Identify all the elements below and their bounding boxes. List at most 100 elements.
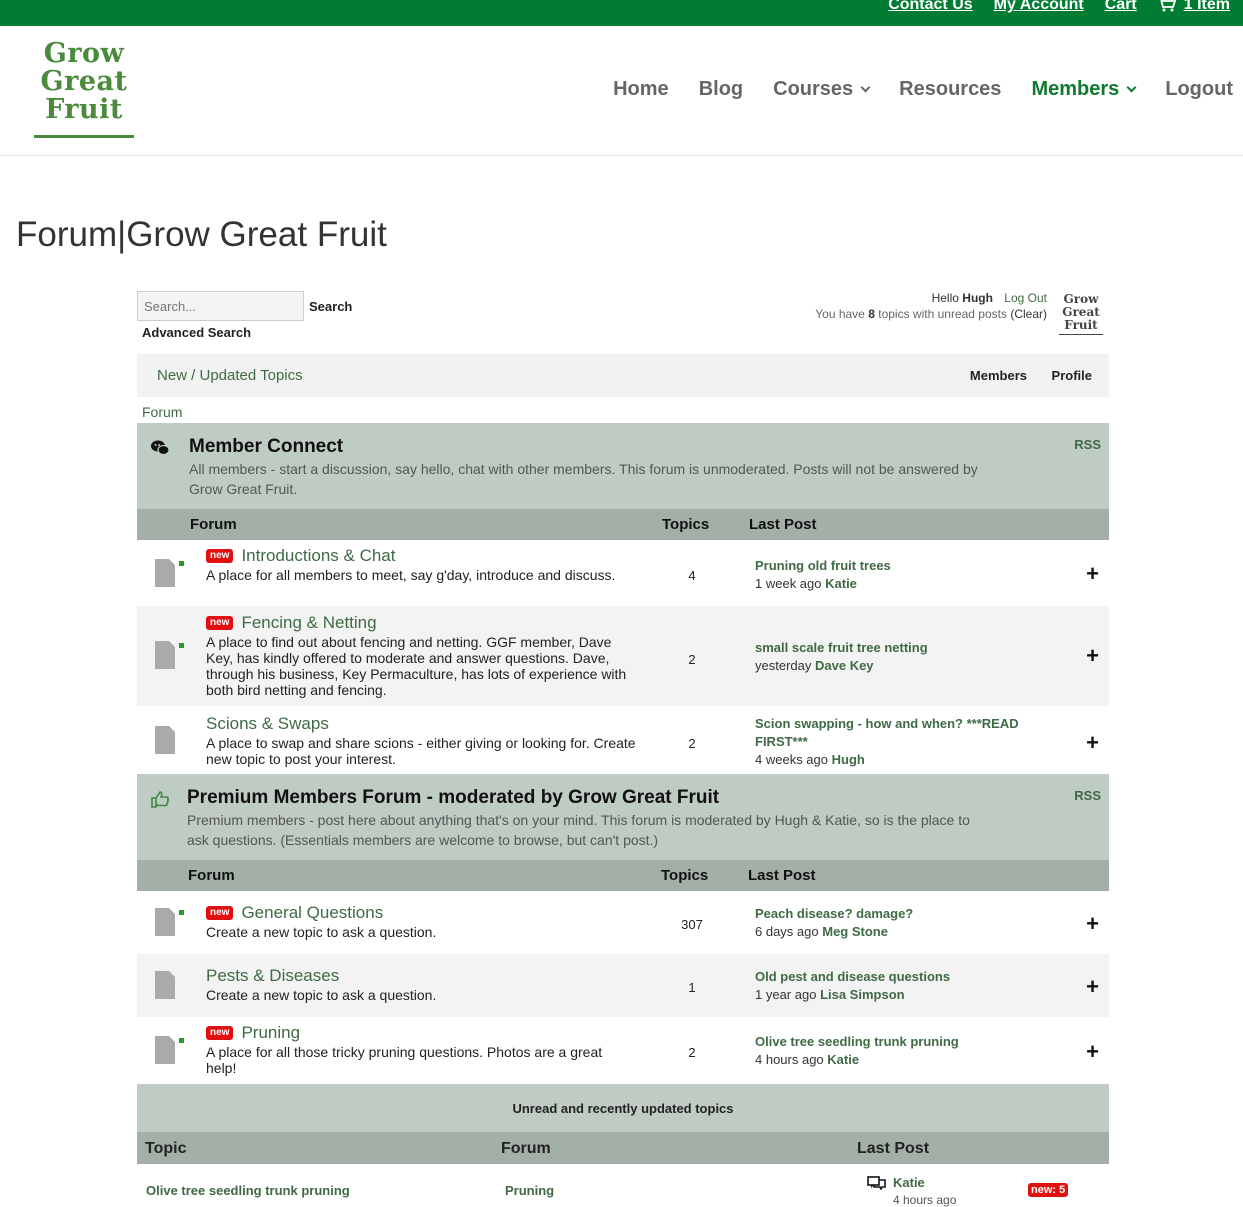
new-badge: new [206, 616, 234, 630]
rss-link[interactable]: RSS [1074, 437, 1101, 452]
cart-items-link[interactable]: 1 Item [1158, 0, 1230, 14]
expand-icon[interactable]: + [1086, 730, 1099, 756]
forum-title-label: Pruning [241, 1023, 301, 1042]
last-post: Old pest and disease questions 1 year ag… [755, 968, 1055, 1004]
members-link[interactable]: Members [970, 368, 1027, 383]
last-post-user[interactable]: Dave Key [815, 658, 874, 673]
new-badge: new [206, 906, 234, 920]
nav-resources[interactable]: Resources [899, 78, 1001, 101]
forum-title-label: Introductions & Chat [241, 546, 396, 565]
unread-row: Olive tree seedling trunk pruning Prunin… [137, 1164, 1109, 1207]
nav-logout[interactable]: Logout [1165, 78, 1233, 101]
category-premium-members: Premium Members Forum - moderated by Gro… [137, 774, 1109, 860]
forum-description: Create a new topic to ask a question. [206, 987, 437, 1003]
nav-home[interactable]: Home [613, 78, 669, 101]
category-title[interactable]: Premium Members Forum - moderated by Gro… [187, 787, 719, 809]
search-button[interactable]: Search [309, 299, 352, 314]
avatar-line-3: Fruit [1064, 318, 1098, 332]
forum-logout-link[interactable]: Log Out [1004, 291, 1047, 305]
last-post-user[interactable]: Katie [827, 1052, 859, 1067]
unread-topic-link[interactable]: Olive tree seedling trunk pruning [146, 1183, 350, 1198]
last-post-time: yesterday [755, 658, 812, 673]
unread-suffix[interactable]: topics with unread posts [878, 307, 1007, 321]
category-title[interactable]: Member Connect [189, 436, 343, 458]
forum-table-header: Forum Topics Last Post [137, 509, 1109, 540]
expand-icon[interactable]: + [1086, 643, 1099, 669]
last-post-user[interactable]: Lisa Simpson [820, 987, 905, 1002]
forum-title[interactable]: new Pruning [206, 1023, 300, 1043]
forum-description: A place to swap and share scions - eithe… [206, 735, 636, 767]
last-post-title[interactable]: Peach disease? damage? [755, 905, 1055, 923]
last-post-title[interactable]: Old pest and disease questions [755, 968, 1055, 986]
contact-us-link[interactable]: Contact Us [888, 0, 972, 14]
rss-link[interactable]: RSS [1074, 788, 1101, 803]
top-links: Contact Us My Account Cart 1 Item [888, 0, 1230, 14]
forum-row: new Introductions & Chat A place for all … [137, 540, 1109, 606]
last-post-user[interactable]: Hugh [832, 752, 865, 767]
expand-icon[interactable]: + [1086, 1039, 1099, 1065]
forum-title[interactable]: new Introductions & Chat [206, 546, 395, 566]
unread-last-user[interactable]: Katie [893, 1175, 925, 1190]
last-post-time: 4 hours ago [755, 1052, 824, 1067]
my-account-link[interactable]: My Account [994, 0, 1084, 14]
last-post-user[interactable]: Meg Stone [822, 924, 888, 939]
logo-line-3: Fruit [45, 94, 123, 125]
search-input[interactable] [137, 291, 304, 321]
unread-forum-link[interactable]: Pruning [505, 1183, 554, 1198]
advanced-search-link[interactable]: Advanced Search [142, 325, 251, 340]
chevron-down-icon [1126, 82, 1137, 93]
forum-description: Create a new topic to ask a question. [206, 924, 437, 940]
last-post: Peach disease? damage? 6 days ago Meg St… [755, 905, 1055, 941]
user-greeting: Hello Hugh Log Out You have 8 topics wit… [815, 290, 1047, 322]
last-post-title[interactable]: Pruning old fruit trees [755, 557, 1055, 575]
clear-link[interactable]: (Clear) [1010, 307, 1047, 321]
category-description: Premium members - post here about anythi… [187, 812, 970, 848]
nav-courses[interactable]: Courses [773, 78, 871, 101]
profile-link[interactable]: Profile [1052, 368, 1092, 383]
expand-icon[interactable]: + [1086, 911, 1099, 937]
nav-members[interactable]: Members [1031, 78, 1137, 101]
user-avatar[interactable]: Grow Great Fruit [1059, 293, 1103, 337]
topics-count: 2 [688, 1045, 696, 1060]
thumbs-up-icon [151, 791, 169, 808]
category-member-connect: Member Connect All members - start a dis… [137, 423, 1109, 509]
forum-description: A place for all members to meet, say g'd… [206, 567, 616, 583]
forum-description: A place for all those tricky pruning que… [206, 1044, 603, 1076]
topics-count: 1 [688, 980, 696, 995]
nav-members-label: Members [1031, 78, 1120, 100]
col-last-post: Last Post [748, 867, 816, 884]
unread-count: 8 [868, 307, 875, 321]
last-post-time: 6 days ago [755, 924, 819, 939]
forum-title[interactable]: Scions & Swaps [206, 714, 329, 734]
expand-icon[interactable]: + [1086, 974, 1099, 1000]
breadcrumb[interactable]: Forum [142, 404, 182, 420]
forum-title[interactable]: new Fencing & Netting [206, 613, 377, 633]
logo-line-2: Great [40, 66, 128, 97]
last-post-title[interactable]: Olive tree seedling trunk pruning [755, 1033, 1055, 1051]
col-topic: Topic [145, 1140, 187, 1157]
col-forum: Forum [190, 516, 237, 533]
forum-title[interactable]: Pests & Diseases [206, 966, 339, 986]
unread-last-time: 4 hours ago [893, 1193, 957, 1207]
last-post-time: 1 week ago [755, 576, 822, 591]
site-logo[interactable]: Grow Great Fruit [34, 40, 134, 138]
last-post: small scale fruit tree netting yesterday… [755, 639, 1055, 675]
unread-table-header: Topic Forum Last Post [137, 1132, 1109, 1164]
new-updated-topics-link[interactable]: New / Updated Topics [157, 367, 303, 384]
new-posts-badge[interactable]: new: 5 [1028, 1183, 1069, 1197]
cart-link[interactable]: Cart [1105, 0, 1137, 14]
chat-bubbles-icon [151, 440, 170, 456]
forum-title[interactable]: new General Questions [206, 903, 383, 923]
expand-icon[interactable]: + [1086, 561, 1099, 587]
unread-topics-heading: Unread and recently updated topics [137, 1084, 1109, 1132]
nav-courses-label: Courses [773, 78, 854, 100]
forum-row: new Fencing & Netting A place to find out… [137, 606, 1109, 706]
avatar-underline [1059, 334, 1103, 335]
last-post-title[interactable]: Scion swapping - how and when? ***READ F… [755, 715, 1055, 751]
logo-underline [34, 135, 134, 138]
forum-unread-icon [155, 559, 184, 587]
last-post-title[interactable]: small scale fruit tree netting [755, 639, 1055, 657]
main-nav: Home Blog Courses Resources Members Logo… [583, 78, 1233, 101]
last-post-user[interactable]: Katie [825, 576, 857, 591]
nav-blog[interactable]: Blog [699, 78, 743, 101]
